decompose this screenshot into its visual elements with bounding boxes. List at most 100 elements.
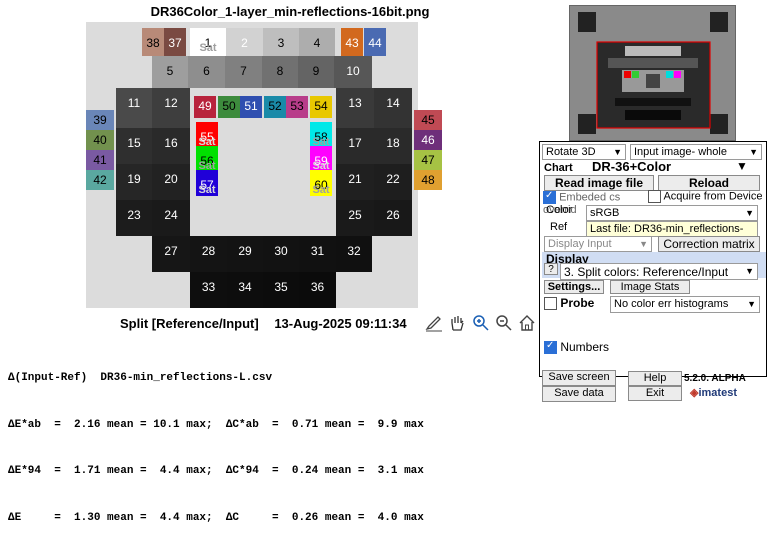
chevron-down-icon: ▼ [745, 266, 754, 276]
help-question-button[interactable]: ? [544, 263, 558, 275]
zoom-in-icon[interactable] [472, 314, 490, 332]
chart-thumbnail[interactable] [569, 5, 736, 141]
patch-number: 51 [244, 99, 258, 113]
patch-number: 9 [312, 64, 320, 78]
chart-image: 38 37 1 Sat 2 3 4 43 44 5 6 7 8 9 10 39 40 41 42 11 12 49 50 51… [86, 22, 442, 308]
patch-57: 57 Sat [196, 170, 218, 196]
input-image-value: Input image- whole [634, 146, 727, 158]
patch-1: 1 Sat [190, 28, 226, 56]
caret-down-icon[interactable]: ▼ [736, 159, 748, 173]
patch-number: 4 [313, 36, 321, 50]
probe-label: Probe [560, 296, 595, 310]
input-image-dropdown[interactable]: Input image- whole ▼ [630, 144, 762, 160]
saturated-label: Sat [312, 184, 330, 196]
patch-52: 52 [264, 96, 286, 118]
patch-44: 44 [364, 28, 386, 56]
patch-number: 24 [164, 208, 178, 222]
patch-41: 41 [86, 150, 114, 170]
patch-56: 56 Sat [196, 146, 218, 172]
patch-number: 2 [241, 36, 248, 50]
saturated-label: Sat [198, 184, 216, 196]
exit-button[interactable]: Exit [628, 386, 682, 401]
probe-checkbox[interactable] [544, 297, 557, 311]
numbers-checkbox[interactable] [544, 340, 557, 355]
embedded-cs-checkbox[interactable] [543, 190, 556, 204]
image-stats-button[interactable]: Image Stats [610, 280, 690, 294]
patch-5: 5 [152, 56, 188, 88]
patch-number: 46 [421, 133, 435, 147]
patch-number: 41 [93, 153, 107, 167]
patch-number: 26 [386, 208, 400, 222]
read-image-button[interactable]: Read image file [544, 175, 654, 191]
patch-number: 49 [198, 99, 212, 113]
patch-23: 23 [116, 200, 152, 236]
patch-4: 4 [299, 28, 335, 56]
chevron-down-icon: ▼ [747, 299, 756, 309]
histograms-dropdown[interactable]: No color err histograms ▼ [610, 296, 760, 313]
patch-43: 43 [341, 28, 363, 56]
imatest-logo: ◈imatest [690, 386, 737, 399]
chevron-down-icon: ▼ [639, 239, 648, 249]
patch-19: 19 [116, 164, 152, 200]
last-file-dropdown[interactable]: Last file: DR36-min_reflections- [586, 221, 758, 237]
patch-18: 18 [374, 128, 412, 164]
edit-annotation-icon[interactable] [425, 314, 443, 332]
chart-type-value[interactable]: DR-36+Color [592, 159, 742, 175]
probe-row[interactable]: Probe [544, 296, 604, 311]
save-data-button[interactable]: Save data [542, 386, 616, 402]
pan-hand-icon[interactable] [448, 314, 466, 332]
patch-6: 6 [188, 56, 225, 88]
patch-47: 47 [414, 150, 442, 170]
numbers-row[interactable]: Numbers [544, 340, 634, 355]
acquire-row[interactable]: Acquire from Device [648, 190, 766, 204]
patch-28: 28 [190, 236, 227, 272]
patch-number: 21 [348, 172, 362, 186]
correction-matrix-button[interactable]: Correction matrix [658, 236, 760, 252]
patch-21: 21 [336, 164, 374, 200]
save-screen-button[interactable]: Save screen [542, 370, 616, 386]
patch-48: 48 [414, 170, 442, 190]
help-button[interactable]: Help [628, 371, 682, 386]
patch-number: 6 [203, 64, 210, 78]
display-mode-dropdown[interactable]: 3. Split colors: Reference/Input ▼ [560, 263, 758, 280]
color-space-value: sRGB [590, 207, 620, 219]
reload-button[interactable]: Reload [658, 175, 760, 191]
rotate-value: Rotate 3D [546, 146, 596, 158]
color-space-dropdown[interactable]: sRGB ▼ [586, 205, 758, 221]
patch-number: 19 [127, 172, 141, 186]
patch-number: 32 [347, 244, 361, 258]
embedded-cs-row[interactable]: Embeded cs overrid [543, 190, 653, 216]
zoom-out-icon[interactable] [495, 314, 513, 332]
patch-35: 35 [263, 272, 299, 308]
settings-button[interactable]: Settings... [544, 280, 604, 294]
patch-number: 3 [277, 36, 285, 50]
stats-block: Δ(Input-Ref) DR36-min_reflections-L.csv … [8, 340, 424, 542]
patch-24: 24 [152, 200, 190, 236]
patch-number: 37 [168, 36, 182, 50]
patch-number: 13 [348, 96, 362, 110]
patch-58: 58 Sat [310, 122, 332, 148]
display-input-dropdown[interactable]: Display Input ▼ [544, 236, 652, 252]
home-icon[interactable] [518, 314, 536, 332]
patch-7: 7 [225, 56, 262, 88]
patch-29: 29 [227, 236, 263, 272]
stats-line: ΔE*ab = 2.16 mean = 10.1 max; ΔC*ab = 0.… [8, 418, 424, 431]
patch-46: 46 [414, 130, 442, 150]
patch-13: 13 [336, 88, 374, 128]
patch-11: 11 [116, 88, 152, 128]
patch-59: 59 Sat [310, 146, 332, 172]
patch-number: 28 [201, 244, 216, 258]
patch-15: 15 [116, 128, 152, 164]
patch-42: 42 [86, 170, 114, 190]
acquire-checkbox[interactable] [648, 190, 661, 203]
patch-number: 11 [127, 96, 141, 110]
patch-number: 47 [421, 153, 435, 167]
patch-25: 25 [336, 200, 374, 236]
patch-number: 16 [164, 136, 178, 150]
rotate-dropdown[interactable]: Rotate 3D ▼ [542, 144, 626, 160]
logo-text: imatest [698, 387, 737, 399]
patch-number: 23 [127, 208, 141, 222]
patch-number: 5 [166, 64, 174, 78]
histograms-value: No color err histograms [614, 298, 729, 310]
patch-number: 52 [268, 99, 282, 113]
